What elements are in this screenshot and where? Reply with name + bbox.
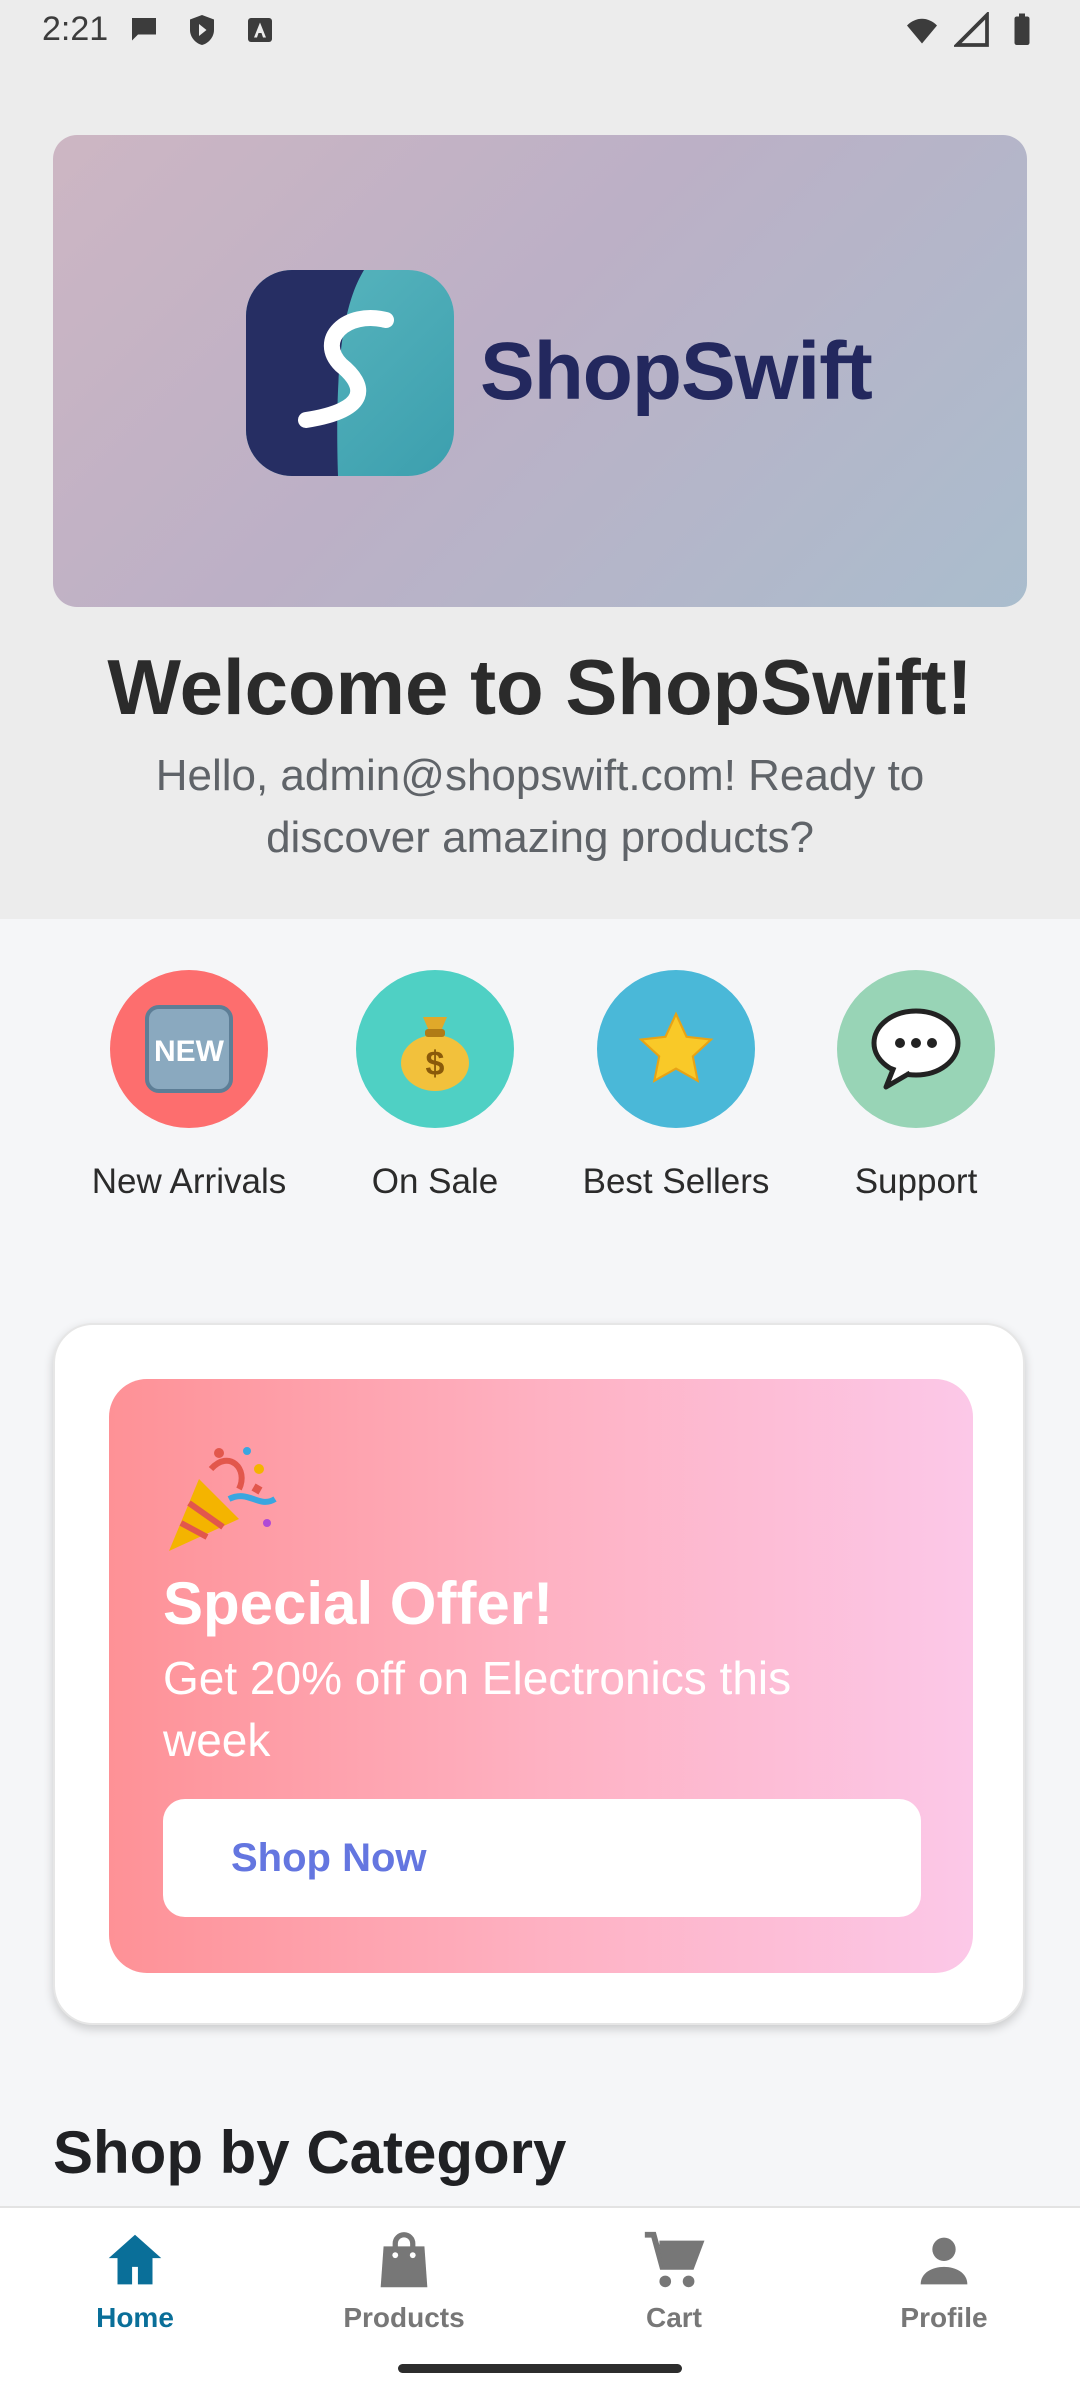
nav-item-products[interactable]: Products <box>304 2226 504 2334</box>
svg-text:$: $ <box>426 1045 445 1083</box>
shopswift-logo-icon <box>246 270 454 476</box>
nav-label: Products <box>343 2302 465 2333</box>
quick-action-on-sale[interactable]: $ On Sale <box>315 970 555 1202</box>
promo-banner: Special Offer! Get 20% off on Electronic… <box>109 1379 973 1973</box>
shopping-bag-icon <box>380 2232 428 2288</box>
wifi-icon <box>907 18 937 44</box>
party-popper-icon <box>169 1447 277 1551</box>
nav-label: Cart <box>645 2302 702 2333</box>
home-indicator[interactable] <box>398 2364 682 2373</box>
nav-item-home[interactable]: Home <box>35 2226 235 2334</box>
home-icon <box>108 2234 162 2285</box>
message-notification-icon <box>132 18 156 41</box>
speech-bubble-icon <box>871 1008 961 1090</box>
shield-icon <box>190 15 214 45</box>
promo-title: Special Offer! <box>163 1570 554 1637</box>
section-title: Shop by Category <box>53 2119 567 2186</box>
signal-icon <box>954 12 989 47</box>
quick-action-label: Support <box>854 1162 978 1201</box>
new-icon: NEW <box>145 1005 233 1093</box>
quick-action-best-sellers[interactable]: Best Sellers <box>556 970 796 1202</box>
quick-action-new-arrivals[interactable]: NEW New Arrivals <box>69 970 309 1202</box>
person-icon <box>920 2237 968 2285</box>
quick-action-label: Best Sellers <box>582 1162 770 1201</box>
quick-action-label: On Sale <box>371 1162 499 1201</box>
nav-label: Home <box>96 2302 174 2333</box>
welcome-title: Welcome to ShopSwift! <box>107 643 973 725</box>
quick-action-label: New Arrivals <box>91 1162 287 1201</box>
promo-card: Special Offer! Get 20% off on Electronic… <box>53 1323 1025 2025</box>
on-sale-circle: $ <box>356 970 514 1128</box>
battery-icon <box>1014 13 1030 45</box>
nav-label: Profile <box>900 2302 988 2333</box>
best-sellers-circle <box>597 970 755 1128</box>
nav-item-profile[interactable]: Profile <box>844 2226 1044 2334</box>
shop-now-button[interactable]: Shop Now <box>163 1799 921 1917</box>
quick-actions: NEW New Arrivals $ On Sale Best Sellers <box>0 970 1080 1220</box>
nav-item-cart[interactable]: Cart <box>574 2226 774 2334</box>
quick-action-support[interactable]: Support <box>796 970 1036 1202</box>
support-circle <box>837 970 995 1128</box>
hero-banner: ShopSwift <box>53 135 1027 607</box>
star-icon <box>638 1011 714 1083</box>
new-arrivals-circle: NEW <box>110 970 268 1128</box>
money-bag-icon: $ <box>401 1017 469 1091</box>
welcome-subtitle: Hello, admin@shopswift.com! Ready to dis… <box>155 751 925 862</box>
status-bar: 2:21 <box>0 0 1080 62</box>
promo-text: Get 20% off on Electronics this week <box>163 1652 792 1766</box>
svg-text:NEW: NEW <box>154 1035 225 1068</box>
cart-icon <box>644 2231 705 2288</box>
keyboard-a-icon <box>248 18 272 42</box>
status-time: 2:21 <box>42 10 109 48</box>
logo-wordmark: ShopSwift <box>480 326 873 417</box>
